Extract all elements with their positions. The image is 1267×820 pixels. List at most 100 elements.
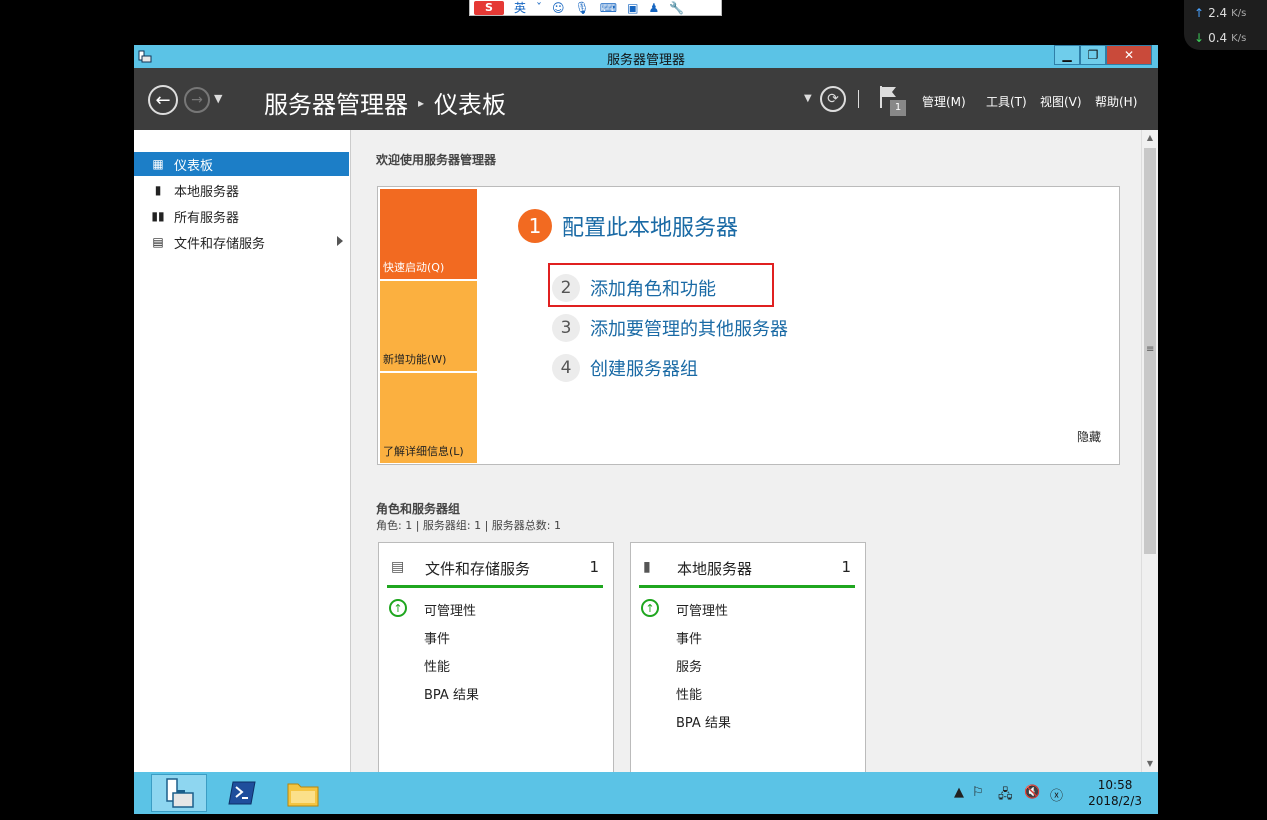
upload-speed-unit: K/s <box>1231 7 1247 19</box>
minimize-button[interactable]: ▁ <box>1054 45 1080 65</box>
scroll-down-icon[interactable]: ▼ <box>1142 756 1158 772</box>
download-speed: ↓ 0.4 K/s <box>1194 31 1246 45</box>
storage-icon: ▤ <box>152 235 164 249</box>
back-button[interactable]: ← <box>148 85 178 115</box>
roles-summary: 角色: 1 | 服务器组: 1 | 服务器总数: 1 <box>376 519 562 532</box>
vertical-scrollbar[interactable]: ▲ ≡ ▼ <box>1141 130 1158 772</box>
role-card-row-bpa[interactable]: BPA 结果 <box>424 684 479 703</box>
history-dropdown-icon[interactable]: ▼ <box>214 92 222 105</box>
server-icon: ▮ <box>154 183 162 197</box>
step-number: 3 <box>552 314 580 342</box>
role-card-row-bpa[interactable]: BPA 结果 <box>676 712 731 731</box>
step-label: 添加要管理的其他服务器 <box>590 319 788 340</box>
role-card-row-manageability[interactable]: 可管理性 <box>676 600 728 619</box>
user-icon[interactable]: ♟ <box>648 1 659 15</box>
sidebar-item-file-storage[interactable]: ▤ 文件和存储服务 <box>134 230 349 254</box>
clock[interactable]: 10:58 2018/2/3 <box>1088 777 1142 809</box>
clock-date: 2018/2/3 <box>1088 794 1142 808</box>
step-label: 创建服务器组 <box>590 359 698 380</box>
error-icon[interactable]: ⓧ <box>1050 785 1063 804</box>
tile-whats-new[interactable]: 新增功能(W) <box>380 281 477 371</box>
breadcrumb-root[interactable]: 服务器管理器 <box>264 85 408 120</box>
restore-button[interactable]: ❐ <box>1080 45 1106 65</box>
role-card-row-performance[interactable]: 性能 <box>676 684 702 703</box>
tile-quickstart[interactable]: 快速启动(Q) <box>380 189 477 279</box>
sidebar: ▦ 仪表板 ▮ 本地服务器 ▮▮ 所有服务器 ▤ 文件和存储服务 <box>134 130 351 772</box>
volume-muted-icon[interactable]: 🔇 <box>1024 785 1040 800</box>
role-card-count: 1 <box>841 558 851 576</box>
menu-tools[interactable]: 工具(T) <box>986 93 1027 110</box>
scroll-grip-icon: ≡ <box>1146 344 1155 355</box>
red-highlight-box <box>548 263 774 307</box>
role-card-row-manageability[interactable]: 可管理性 <box>424 600 476 619</box>
punctuation-icon[interactable]: ˇ <box>536 1 542 15</box>
sidebar-item-local-server[interactable]: ▮ 本地服务器 <box>134 178 349 202</box>
taskbar-file-explorer[interactable] <box>275 774 331 812</box>
role-card-row-events[interactable]: 事件 <box>424 628 450 647</box>
sidebar-item-dashboard[interactable]: ▦ 仪表板 <box>134 152 349 176</box>
tile-label: 快速启动(Q) <box>383 261 445 274</box>
welcome-title: 欢迎使用服务器管理器 <box>376 153 497 167</box>
menu-help[interactable]: 帮助(H) <box>1095 93 1137 110</box>
download-speed-value: 0.4 <box>1208 31 1228 45</box>
role-card-row-events[interactable]: 事件 <box>676 628 702 647</box>
role-card-header[interactable]: ▤ 文件和存储服务 1 <box>387 555 603 588</box>
scroll-up-icon[interactable]: ▲ <box>1142 130 1158 146</box>
menu-manage[interactable]: 管理(M) <box>922 93 966 110</box>
notifications-flag[interactable]: 1 <box>878 84 910 118</box>
microphone-icon[interactable]: 🎙 <box>575 1 590 15</box>
forward-button[interactable]: → <box>184 87 210 113</box>
clock-time: 10:58 <box>1097 778 1133 792</box>
server-manager-icon <box>166 778 194 808</box>
network-icon[interactable]: 🖧 <box>998 785 1013 807</box>
tools-wrench-icon[interactable]: 🔧 <box>669 1 684 15</box>
sogou-logo-icon[interactable]: S <box>474 0 504 15</box>
ime-toolbar: S 英 ˇ ☺ 🎙 ⌨ ▣ ♟ 🔧 <box>469 0 722 16</box>
role-card-row-performance[interactable]: 性能 <box>424 656 450 675</box>
taskbar-server-manager[interactable] <box>151 774 207 812</box>
role-card-header[interactable]: ▮ 本地服务器 1 <box>639 555 855 588</box>
tile-learn-more[interactable]: 了解详细信息(L) <box>380 373 477 463</box>
download-speed-unit: K/s <box>1231 32 1247 44</box>
keyboard-icon[interactable]: ⌨ <box>600 1 617 15</box>
main-content: 欢迎使用服务器管理器 快速启动(Q) 新增功能(W) 了解详细信息(L) 1 配… <box>351 130 1141 774</box>
step-label: 配置此本地服务器 <box>562 216 739 241</box>
sidebar-item-all-servers[interactable]: ▮▮ 所有服务器 <box>134 204 349 228</box>
title-bar[interactable]: 服务器管理器 ▁ ❐ ✕ <box>134 45 1158 68</box>
menu-view[interactable]: 视图(V) <box>1040 93 1082 110</box>
upload-arrow-icon: ↑ <box>1194 6 1205 20</box>
sidebar-item-label: 文件和存储服务 <box>174 236 266 252</box>
welcome-tiles: 快速启动(Q) 新增功能(W) 了解详细信息(L) <box>380 189 477 463</box>
sidebar-item-label: 本地服务器 <box>174 184 240 200</box>
role-card-row-services[interactable]: 服务 <box>676 656 702 675</box>
taskbar: ▲ ⚐ 🖧 🔇 ⓧ 10:58 2018/2/3 <box>134 772 1158 814</box>
ime-mode-label[interactable]: 英 <box>514 0 526 16</box>
expand-arrow-icon[interactable] <box>337 236 343 246</box>
refresh-dropdown-icon[interactable]: ▼ <box>804 93 812 104</box>
download-arrow-icon: ↓ <box>1194 31 1205 45</box>
folder-icon <box>287 783 319 807</box>
status-ok-icon: ↑ <box>389 599 407 617</box>
step-add-other-servers[interactable]: 3 添加要管理的其他服务器 <box>552 314 788 342</box>
sidebar-item-label: 所有服务器 <box>174 210 240 226</box>
role-card-local-server[interactable]: ▮ 本地服务器 1 ↑ 可管理性 事件 服务 性能 BPA 结果 <box>630 542 866 774</box>
show-hidden-icons-icon[interactable]: ▲ <box>954 785 964 800</box>
tile-label: 了解详细信息(L) <box>383 445 464 458</box>
step-create-server-group[interactable]: 4 创建服务器组 <box>552 354 698 382</box>
breadcrumb: 服务器管理器 ▸ 仪表板 <box>264 85 506 120</box>
emoji-icon[interactable]: ☺ <box>552 1 565 15</box>
role-card-file-storage[interactable]: ▤ 文件和存储服务 1 ↑ 可管理性 事件 性能 BPA 结果 <box>378 542 614 774</box>
step-configure-local-server[interactable]: 1 配置此本地服务器 <box>518 209 738 243</box>
status-ok-icon: ↑ <box>641 599 659 617</box>
servers-icon: ▮▮ <box>151 209 165 223</box>
server-manager-window: 服务器管理器 ▁ ❐ ✕ ← → ▼ 服务器管理器 ▸ 仪表板 ▼ ⟳ 1 管理… <box>134 45 1158 814</box>
taskbar-powershell[interactable] <box>214 774 270 812</box>
close-button[interactable]: ✕ <box>1106 45 1152 65</box>
step-number: 1 <box>518 209 552 243</box>
refresh-icon[interactable]: ⟳ <box>820 86 846 112</box>
action-center-flag-icon[interactable]: ⚐ <box>972 785 984 800</box>
storage-icon: ▤ <box>391 559 405 575</box>
roles-section-title: 角色和服务器组 <box>376 502 461 516</box>
skin-icon[interactable]: ▣ <box>627 1 638 15</box>
hide-link[interactable]: 隐藏 <box>1077 428 1101 445</box>
